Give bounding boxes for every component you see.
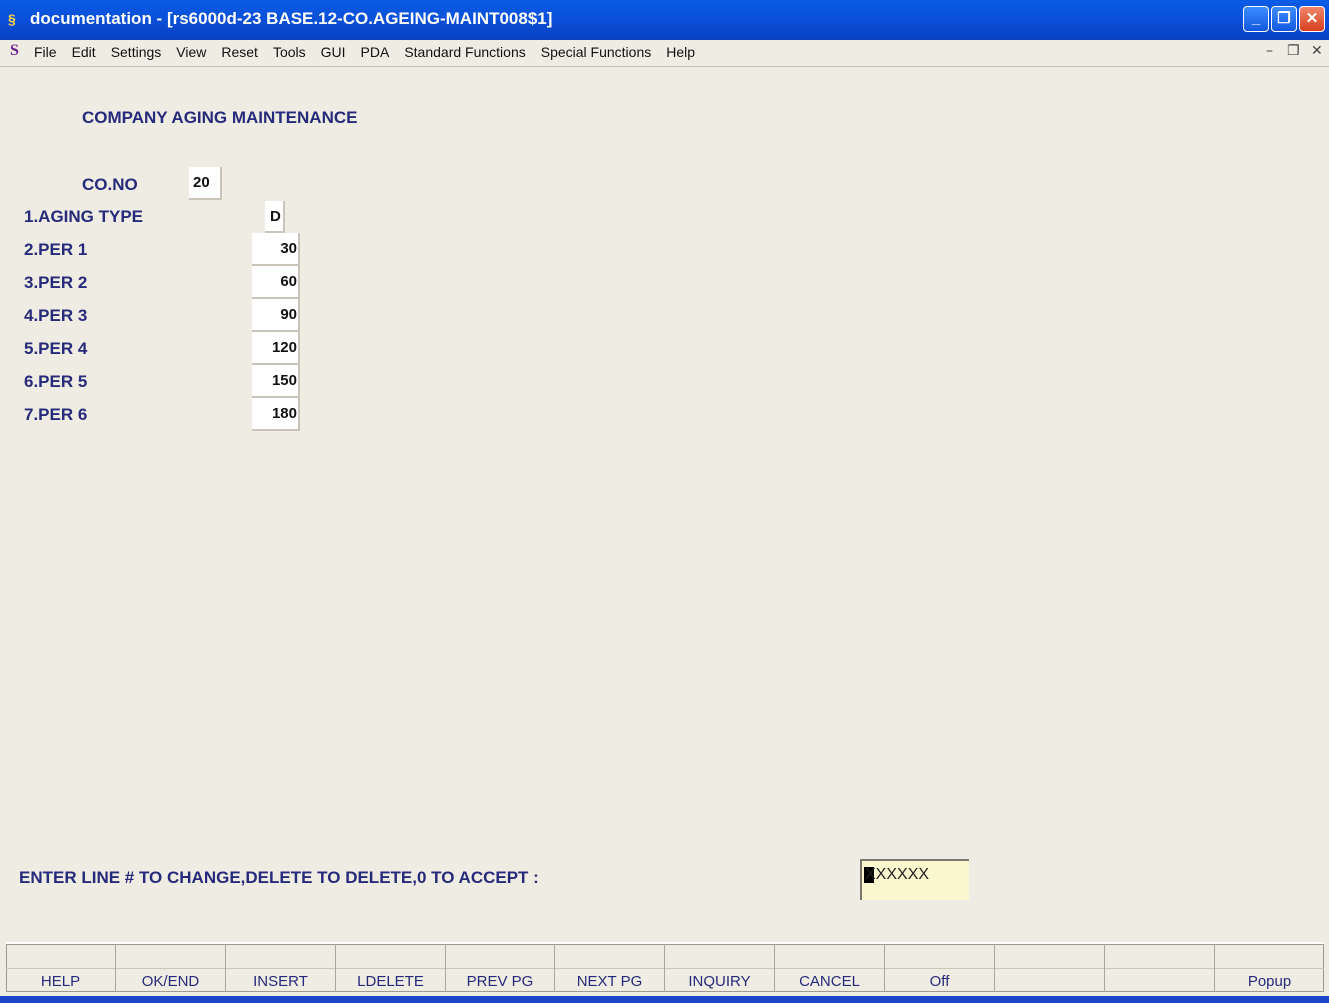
aging-type-value: D [270,208,281,225]
field-label-per-6: 7.PER 6 [24,405,88,424]
restore-icon[interactable]: ❐ [1271,6,1297,32]
fkey-cancel[interactable]: CANCEL [775,944,885,992]
menu-reset[interactable]: Reset [221,44,265,60]
per-5-value: 150 [271,372,297,389]
menu-settings[interactable]: Settings [111,44,169,60]
app-icon[interactable]: § [8,10,24,28]
fkey-label: PREV PG [466,973,534,990]
window-title: documentation - [rs6000d-23 BASE.12-CO.A… [30,9,553,28]
command-input-value: XXXXXX [865,866,930,883]
per-5-field[interactable]: 150 [252,365,300,398]
field-label-per-4: 5.PER 4 [24,339,88,358]
mdi-minimize-icon[interactable]: – [1266,43,1273,59]
function-key-bar: HELP OK/END INSERT LDELETE PREV PG NEXT … [6,942,1324,992]
fkey-blank-1[interactable] [995,944,1105,992]
window-bottom-border [0,996,1329,1003]
menu-file[interactable]: File [34,44,64,60]
fkey-insert[interactable]: INSERT [226,944,336,992]
menu-special-functions[interactable]: Special Functions [541,44,659,60]
fkey-label: Popup [1247,973,1292,990]
fkey-label: NEXT PG [576,973,643,990]
fkey-ok-end[interactable]: OK/END [116,944,226,992]
field-label-aging-type: 1.AGING TYPE [24,207,144,226]
menu-view[interactable]: View [176,44,213,60]
per-4-field[interactable]: 120 [252,332,300,365]
per-3-field[interactable]: 90 [252,299,300,332]
fkey-label: HELP [40,973,81,990]
minimize-icon[interactable]: _ [1243,6,1269,32]
fkey-label: LDELETE [357,973,424,990]
command-prompt: ENTER LINE # TO CHANGE,DELETE TO DELETE,… [19,868,539,887]
close-icon[interactable]: ✕ [1299,6,1325,32]
title-bar: § documentation - [rs6000d-23 BASE.12-CO… [0,0,1329,41]
sh-menu-icon[interactable]: S [10,42,19,60]
company-label: CO.NO [82,175,138,194]
field-label-per-2: 3.PER 2 [24,273,88,292]
field-label-per-3: 4.PER 3 [24,306,88,325]
fkey-next-pg[interactable]: NEXT PG [555,944,665,992]
fkey-label: INSERT [253,973,308,990]
menu-bar: S File Edit Settings View Reset Tools GU… [0,40,1329,67]
field-label-per-1: 2.PER 1 [24,240,88,259]
menu-tools[interactable]: Tools [273,44,313,60]
per-2-value: 60 [280,273,297,290]
mdi-close-icon[interactable]: ✕ [1311,43,1323,59]
per-6-value: 180 [271,405,297,422]
company-field[interactable]: 20 [189,167,222,200]
per-2-field[interactable]: 60 [252,266,300,299]
menu-pda[interactable]: PDA [361,44,397,60]
menu-edit[interactable]: Edit [72,44,103,60]
fkey-inquiry[interactable]: INQUIRY [665,944,775,992]
fkey-label: INQUIRY [688,973,751,990]
per-1-field[interactable]: 30 [252,233,300,266]
fkey-label: CANCEL [799,973,860,990]
fkey-off[interactable]: Off [885,944,995,992]
menu-help[interactable]: Help [666,44,702,60]
fkey-popup[interactable]: Popup [1215,944,1324,992]
menu-gui[interactable]: GUI [321,44,353,60]
menu-items: File Edit Settings View Reset Tools GUI … [34,44,710,60]
fkey-label: OK/END [141,973,200,990]
per-3-value: 90 [280,306,297,323]
fkey-label: Off [929,973,950,990]
per-1-value: 30 [280,240,297,257]
fkey-ldelete[interactable]: LDELETE [336,944,446,992]
fkey-help[interactable]: HELP [6,944,116,992]
fkey-blank-2[interactable] [1105,944,1215,992]
field-label-per-5: 6.PER 5 [24,372,88,391]
company-value: 20 [193,174,210,191]
page-title: COMPANY AGING MAINTENANCE [82,108,358,127]
mdi-restore-icon[interactable]: ❐ [1287,43,1300,59]
menu-standard-functions[interactable]: Standard Functions [404,44,532,60]
fkey-prev-pg[interactable]: PREV PG [446,944,555,992]
aging-type-field[interactable]: D [265,201,285,233]
per-4-value: 120 [271,339,297,356]
per-6-field[interactable]: 180 [252,398,300,431]
command-input[interactable]: XXXXXX [860,859,969,900]
